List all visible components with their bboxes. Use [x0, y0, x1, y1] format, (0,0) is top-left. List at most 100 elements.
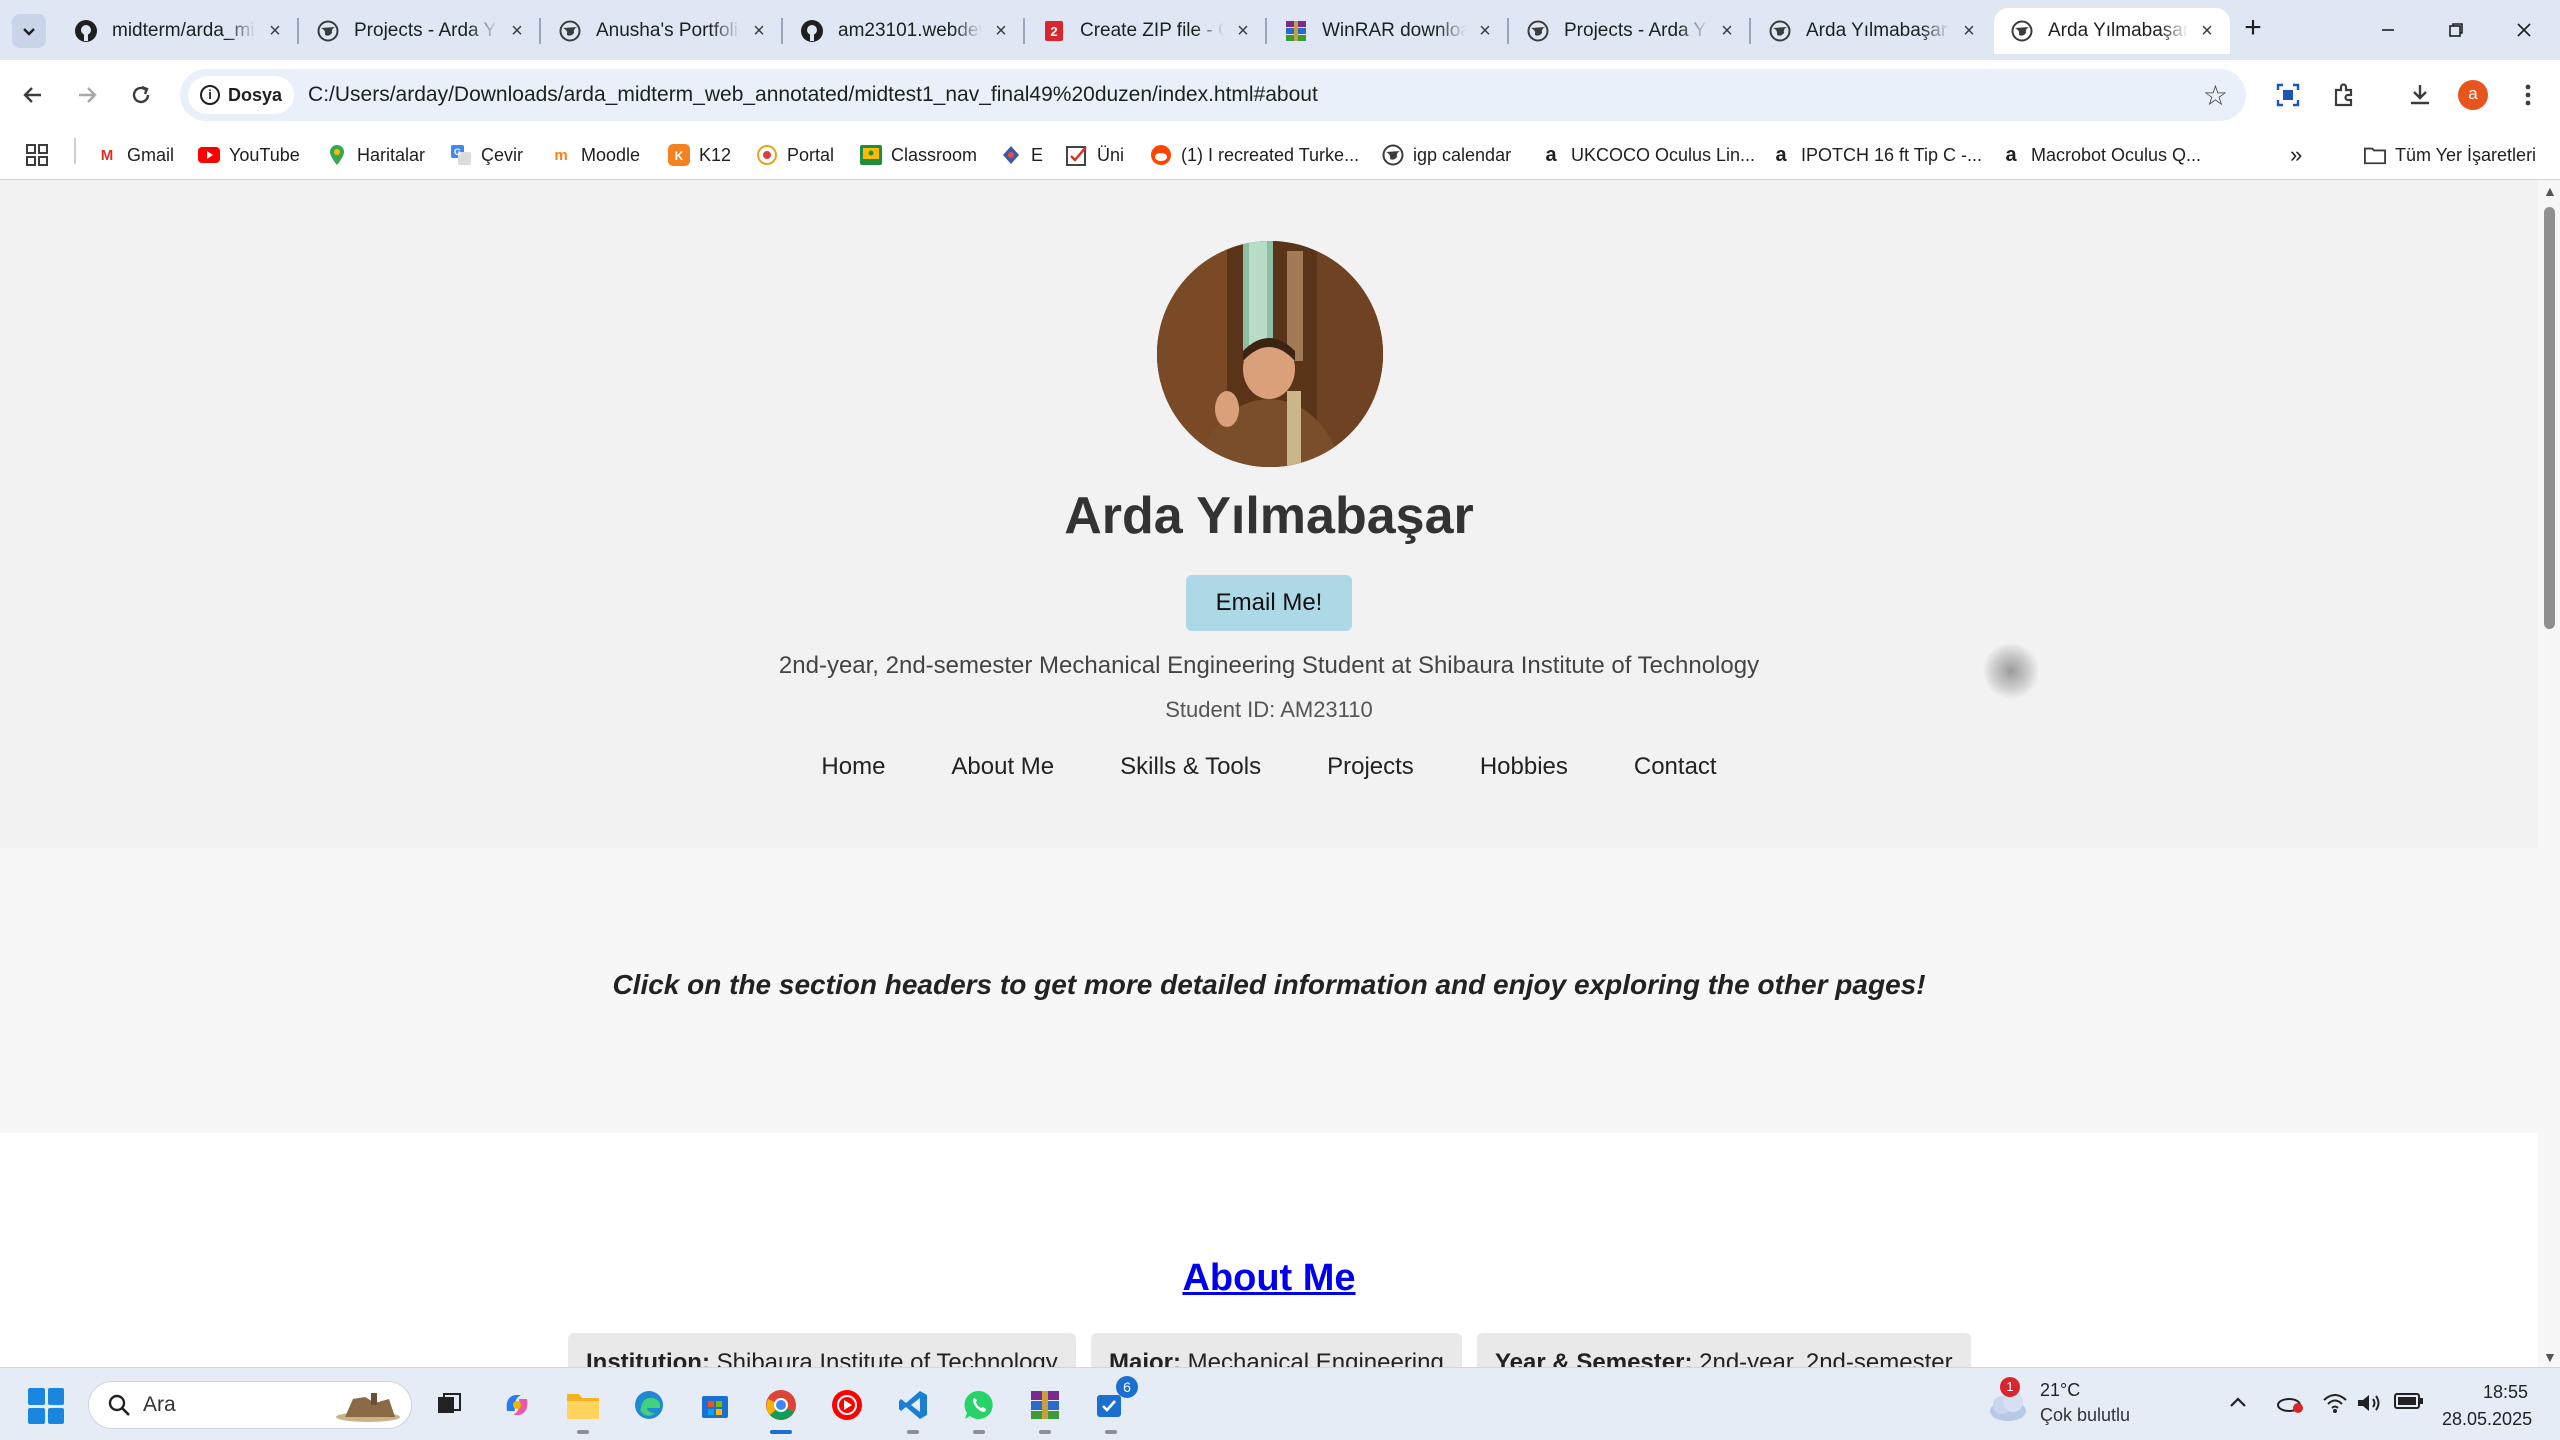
globe-icon [1526, 19, 1550, 43]
bookmark-k12[interactable]: K K12 [668, 138, 731, 172]
restore-button[interactable] [2426, 10, 2486, 50]
close-icon[interactable]: × [264, 20, 286, 42]
bookmark-moodle[interactable]: m Moodle [550, 138, 640, 172]
todo-icon[interactable]: 6 [1090, 1376, 1138, 1434]
chrome-icon[interactable] [760, 1384, 802, 1434]
close-icon[interactable]: × [2196, 20, 2218, 42]
address-bar[interactable]: i Dosya C:/Users/arday/Downloads/arda_mi… [180, 69, 2246, 121]
close-icon[interactable]: × [1958, 20, 1980, 42]
clock-time: 18:55 [2482, 1382, 2528, 1402]
new-tab-button[interactable]: + [2236, 12, 2270, 46]
uni-icon [1066, 144, 1088, 166]
window-close-button[interactable] [2494, 10, 2554, 50]
close-icon [2517, 23, 2531, 37]
downloads-button[interactable] [2400, 75, 2440, 115]
about-me-heading-link[interactable]: About Me [0, 1257, 2538, 1300]
close-icon[interactable]: × [748, 20, 770, 42]
puzzle-icon [2334, 83, 2353, 107]
copilot-icon[interactable] [496, 1384, 538, 1426]
url-text[interactable]: C:/Users/arday/Downloads/arda_midterm_we… [308, 83, 1318, 107]
email-me-button[interactable]: Email Me! [1186, 575, 1352, 631]
nav-projects[interactable]: Projects [1327, 753, 1414, 781]
bookmark-portal[interactable]: Portal [756, 138, 834, 172]
profile-name: Arda Yılmabaşar [1064, 487, 1474, 545]
file-explorer-icon[interactable] [562, 1384, 604, 1434]
forward-button[interactable] [66, 74, 108, 116]
scrollbar-thumb[interactable] [2544, 207, 2555, 629]
nav-hobbies[interactable]: Hobbies [1480, 753, 1568, 781]
bookmark-label: Classroom [891, 144, 978, 165]
bookmark-amazon-1[interactable]: a UKCOCO Oculus Lin... [1540, 138, 1755, 172]
close-icon[interactable]: × [1232, 20, 1254, 42]
bookmark-maps[interactable]: Haritalar [326, 138, 425, 172]
site-info-chip[interactable]: i Dosya [188, 76, 295, 114]
tab-search-button[interactable] [12, 14, 46, 48]
page-scrollbar[interactable]: ▲ ▼ [2538, 181, 2560, 1367]
bookmark-label: YouTube [229, 144, 300, 165]
reddit-icon [1150, 144, 1172, 166]
apps-button[interactable] [26, 138, 48, 172]
volume-icon[interactable] [2356, 1392, 2382, 1420]
whatsapp-icon[interactable] [958, 1384, 1000, 1434]
intro-tip-section: Click on the section headers to get more… [0, 848, 2538, 1133]
reload-button[interactable] [120, 74, 162, 116]
bookmarks-overflow-button[interactable]: » [2290, 138, 2302, 172]
bookmark-amazon-3[interactable]: a Macrobot Oculus Q... [2000, 138, 2201, 172]
bookmark-amazon-2[interactable]: a IPOTCH 16 ft Tip C -... [1770, 138, 1982, 172]
windows-start-icon[interactable] [28, 1388, 64, 1424]
bookmark-label: Portal [787, 144, 835, 165]
classroom-icon [860, 144, 882, 166]
bookmark-gmail[interactable]: M Gmail [96, 138, 174, 172]
tab-active[interactable]: Arda Yılmabaşar × [1994, 8, 2230, 54]
tab-2[interactable]: Anusha's Portfolio × [542, 8, 783, 54]
scroll-up-icon[interactable]: ▲ [2543, 183, 2557, 199]
profile-avatar[interactable]: a [2458, 80, 2488, 110]
chevron-up-icon[interactable] [2228, 1392, 2248, 1415]
close-icon[interactable]: × [506, 20, 528, 42]
wifi-icon[interactable] [2322, 1392, 2348, 1420]
close-icon[interactable]: × [1716, 20, 1738, 42]
nav-home[interactable]: Home [821, 753, 885, 781]
nav-contact[interactable]: Contact [1634, 753, 1717, 781]
system-clock[interactable]: 18:55 28.05.2025 [2442, 1382, 2532, 1430]
amazon-icon: a [2005, 143, 2017, 166]
bookmark-e[interactable]: E [1000, 138, 1043, 172]
tab-4[interactable]: 2 Create ZIP file - Online × [1026, 8, 1267, 54]
bookmark-classroom[interactable]: Classroom [860, 138, 977, 172]
tab-1[interactable]: Projects - Arda Yılmabaşar × [300, 8, 541, 54]
card-value: Mechanical Engineering [1187, 1349, 1444, 1367]
nav-skills-tools[interactable]: Skills & Tools [1120, 753, 1261, 781]
youtube-music-icon[interactable] [826, 1384, 868, 1426]
bookmark-star-icon[interactable]: ☆ [2203, 79, 2228, 112]
extensions-button[interactable] [2324, 75, 2364, 115]
edge-icon[interactable] [628, 1384, 670, 1426]
screenshot-button[interactable] [2268, 75, 2308, 115]
close-icon[interactable]: × [1474, 20, 1496, 42]
weather-widget[interactable]: 1 21°C Çok bulutlu [1986, 1377, 2130, 1426]
scroll-down-icon[interactable]: ▼ [2543, 1349, 2557, 1365]
tab-5[interactable]: WinRAR download × [1268, 8, 1509, 54]
browser-menu-button[interactable] [2508, 75, 2548, 115]
battery-icon[interactable] [2394, 1392, 2424, 1416]
minimize-button[interactable] [2358, 10, 2418, 50]
all-bookmarks-folder[interactable]: Tüm Yer İşaretleri [2364, 138, 2536, 172]
tab-7[interactable]: Arda Yılmabaşar × [1752, 8, 1992, 54]
onedrive-error-icon[interactable] [2276, 1392, 2304, 1420]
bookmark-uni[interactable]: Üni [1066, 138, 1124, 172]
bookmark-igp-calendar[interactable]: igp calendar [1382, 138, 1511, 172]
tab-0[interactable]: midterm/arda_midterm_web × [58, 8, 299, 54]
arrow-right-icon [79, 87, 97, 103]
nav-about-me[interactable]: About Me [951, 753, 1054, 781]
winrar-icon[interactable] [1024, 1384, 1066, 1434]
bookmark-youtube[interactable]: YouTube [198, 138, 300, 172]
store-icon[interactable] [694, 1384, 736, 1426]
tab-3[interactable]: am23101.webdev × [784, 8, 1025, 54]
task-view-icon[interactable] [428, 1384, 470, 1426]
back-button[interactable] [12, 74, 54, 116]
close-icon[interactable]: × [990, 20, 1012, 42]
bookmark-reddit[interactable]: (1) I recreated Turke... [1150, 138, 1359, 172]
taskbar-search[interactable]: Ara [88, 1381, 412, 1429]
bookmark-translate[interactable]: G Çevir [450, 138, 523, 172]
vscode-icon[interactable] [892, 1384, 934, 1434]
tab-6[interactable]: Projects - Arda Yılmabaşar × [1510, 8, 1751, 54]
